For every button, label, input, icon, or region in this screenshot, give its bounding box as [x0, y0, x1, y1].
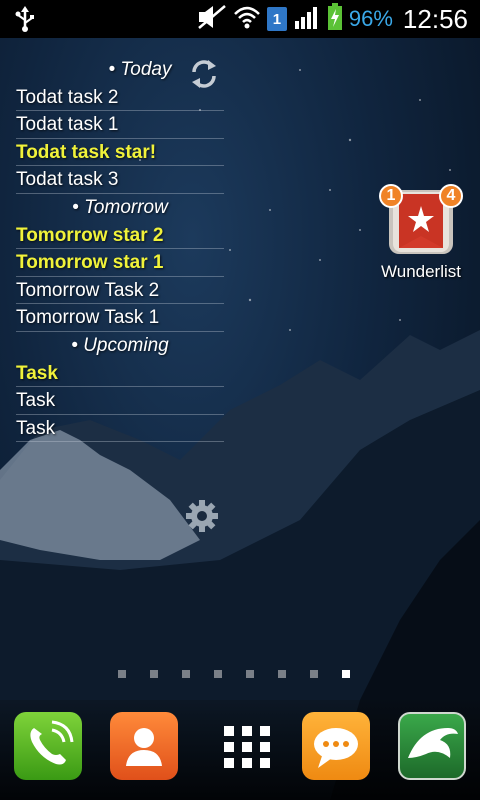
page-dot	[182, 670, 190, 678]
page-dot	[342, 670, 350, 678]
battery-charging-icon	[327, 3, 343, 35]
refresh-icon[interactable]	[188, 58, 220, 94]
dolphin-browser-icon[interactable]	[398, 712, 466, 780]
task-item[interactable]: Todat task 3	[16, 166, 224, 194]
app-drawer-icon[interactable]	[214, 712, 282, 780]
contacts-icon[interactable]	[110, 712, 178, 780]
wunderlist-app[interactable]: 1 4 Wunderlist	[376, 184, 466, 282]
task-item[interactable]: Task	[16, 415, 224, 443]
task-item[interactable]: Tomorrow Task 2	[16, 277, 224, 305]
phone-icon[interactable]	[14, 712, 82, 780]
task-item[interactable]: Task	[16, 360, 224, 388]
signal-icon	[293, 5, 321, 33]
page-dot	[246, 670, 254, 678]
task-item[interactable]: Tomorrow Task 1	[16, 304, 224, 332]
wunderlist-badge-right: 4	[439, 184, 463, 208]
section-header: • Tomorrow	[72, 196, 168, 218]
messaging-icon[interactable]	[302, 712, 370, 780]
notification-badge: 1	[266, 7, 287, 31]
page-dot	[118, 670, 126, 678]
clock: 12:56	[402, 3, 468, 34]
page-dot	[150, 670, 158, 678]
wifi-icon	[233, 4, 261, 34]
wunderlist-label: Wunderlist	[381, 262, 461, 281]
page-dot	[214, 670, 222, 678]
page-indicator	[118, 670, 350, 678]
section-header: • Upcoming	[71, 334, 169, 356]
battery-percent: 96%	[348, 6, 393, 31]
task-item[interactable]: Tomorrow star 2	[16, 222, 224, 250]
task-list-widget[interactable]: • Today Todat task 2 Todat task 1 Todat tas…	[16, 56, 224, 443]
page-dot	[278, 670, 286, 678]
task-item[interactable]: Task	[16, 387, 224, 415]
task-item[interactable]: Todat task 1	[16, 111, 224, 139]
gear-icon[interactable]	[184, 498, 220, 538]
task-item[interactable]: Todat task star!	[16, 139, 224, 167]
page-dot	[310, 670, 318, 678]
usb-icon	[14, 6, 36, 36]
mute-icon	[197, 4, 227, 34]
dock	[0, 700, 480, 800]
wunderlist-badge-left: 1	[379, 184, 403, 208]
status-bar: 1 96% 12:56	[0, 0, 480, 38]
wunderlist-icon[interactable]: 1 4	[379, 184, 463, 256]
task-item[interactable]: Tomorrow star 1	[16, 249, 224, 277]
